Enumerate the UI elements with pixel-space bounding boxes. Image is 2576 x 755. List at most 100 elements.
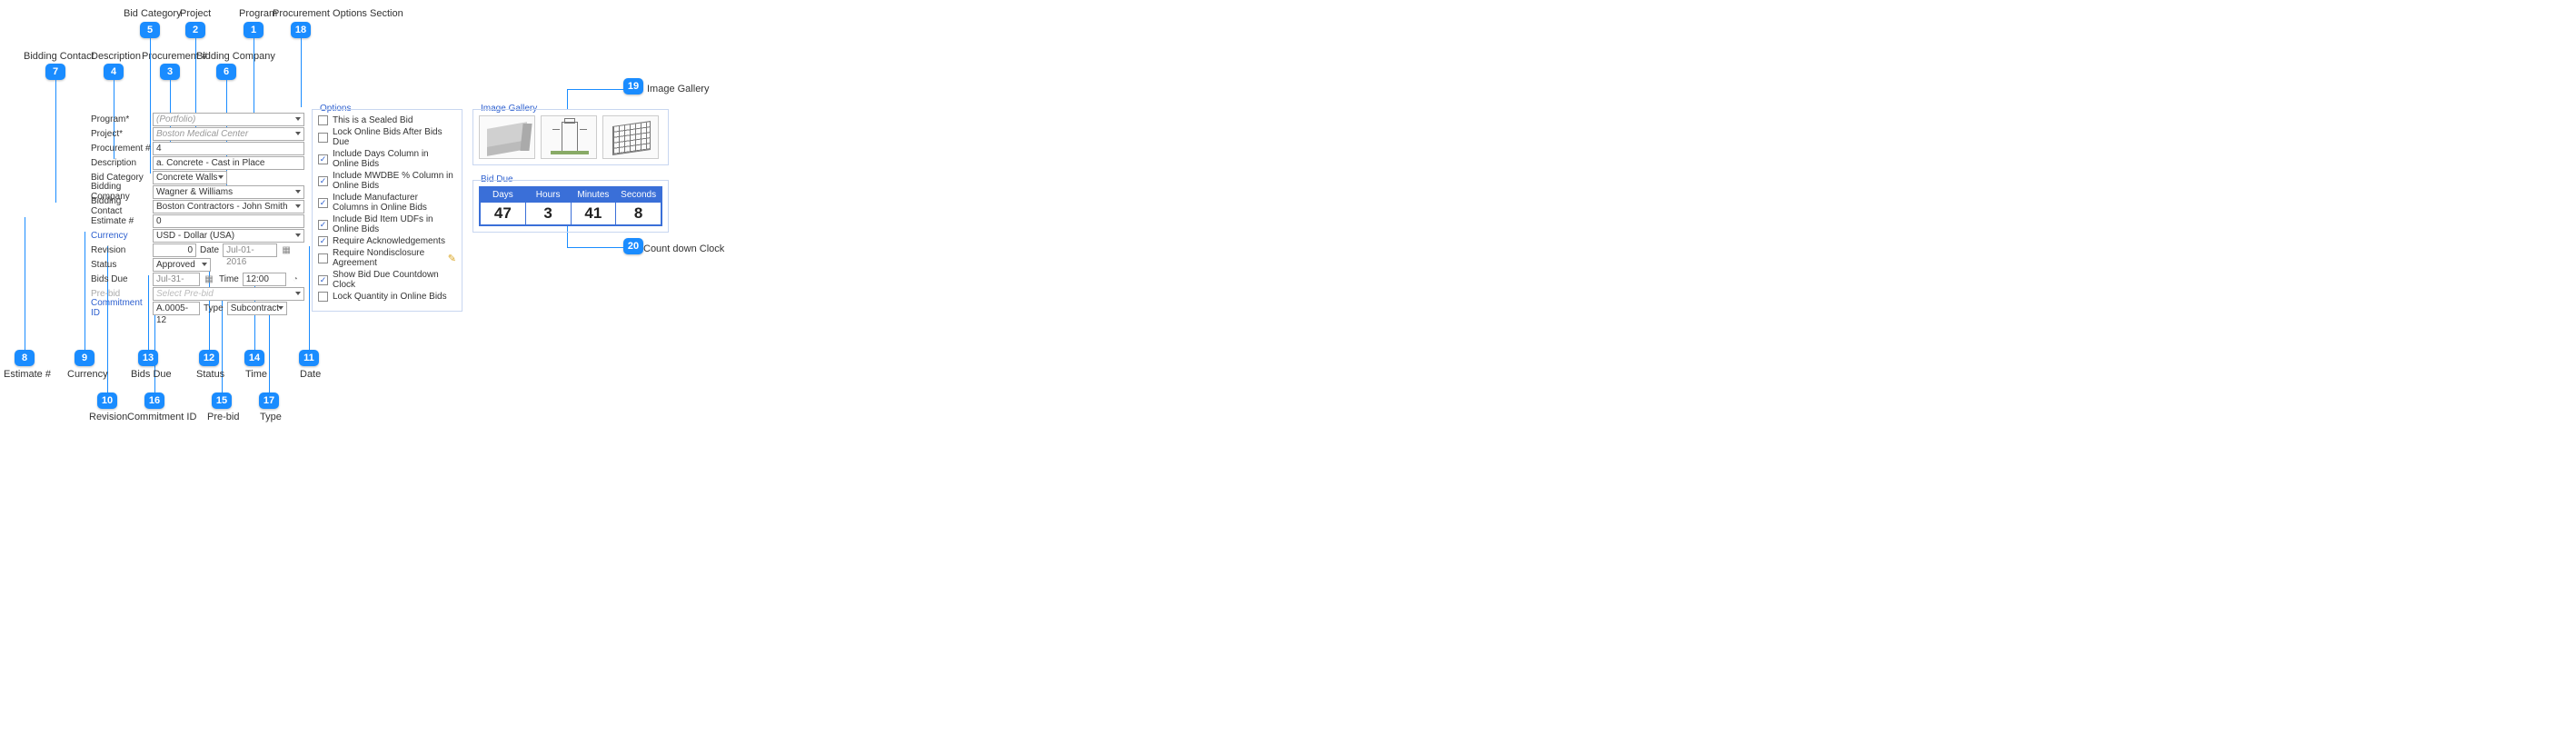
option-include-manufacturer: ✓ Include Manufacturer Columns in Online… [318,193,456,213]
header-label-description: Description [91,51,141,62]
row-procurement-num: Procurement # 4 [91,141,304,155]
checkbox[interactable]: ✓ [318,198,328,208]
badge-18: 18 [291,22,311,38]
header-label-procurement-options: Procurement Options Section [273,8,403,19]
status-select[interactable]: Approved [153,258,211,272]
gallery-thumb-2[interactable] [541,115,597,159]
badge-15: 15 [212,392,232,409]
option-lock-online-bids: Lock Online Bids After Bids Due [318,127,456,147]
bids-due-time-input[interactable]: 12:00 PM [243,273,286,286]
checkbox[interactable] [318,115,328,125]
option-require-ack: ✓ Require Acknowledgements [318,236,456,246]
bottom-label-time: Time [245,369,267,380]
option-label: Lock Quantity in Online Bids [333,292,447,302]
badge-1: 1 [244,22,264,38]
countdown-hours: Hours 3 [526,188,572,224]
connector-7 [55,80,56,203]
calendar-icon[interactable]: ▦ [280,243,293,256]
connector-19b [567,89,568,109]
badge-11: 11 [299,350,319,366]
bottom-label-revision: Revision [89,412,127,422]
image-gallery-fieldset [472,109,669,165]
bidding-contact-select[interactable]: Boston Contractors - John Smith [153,200,304,214]
checkbox[interactable]: ✓ [318,275,328,285]
option-lock-quantity: Lock Quantity in Online Bids [318,292,456,302]
pre-bid-select[interactable]: Select Pre-bid [153,287,304,301]
badge-5: 5 [140,22,160,38]
badge-6: 6 [216,64,236,80]
option-label: This is a Sealed Bid [333,115,413,125]
countdown-minutes: Minutes 41 [572,188,617,224]
commitment-id-input[interactable]: A.0005-12 [153,302,200,315]
procurement-form: Program* (Portfolio) Project* Boston Med… [91,112,304,315]
bids-due-date-input[interactable]: Jul-31-2016 [153,273,200,286]
badge-7: 7 [45,64,65,80]
badge-8: 8 [15,350,35,366]
calendar-icon[interactable]: ▦ [203,273,215,285]
label-pre-bid: Pre-bid [91,289,153,299]
option-include-mwdbe: ✓ Include MWDBE % Column in Online Bids [318,171,456,191]
bidding-company-select[interactable]: Wagner & Williams [153,185,304,199]
row-program: Program* (Portfolio) [91,112,304,126]
option-label: Include MWDBE % Column in Online Bids [333,171,456,191]
option-show-countdown: ✓ Show Bid Due Countdown Clock [318,270,456,290]
revision-input[interactable]: 0 [153,243,196,257]
badge-19: 19 [623,78,643,94]
gallery-thumb-3[interactable] [602,115,659,159]
countdown-header-seconds: Seconds [616,188,661,203]
checkbox[interactable]: ✓ [318,236,328,246]
gallery-thumb-1[interactable] [479,115,535,159]
row-project: Project* Boston Medical Center [91,126,304,141]
image-gallery-row [479,115,662,159]
countdown-header-days: Days [481,188,525,203]
row-estimate-num: Estimate # 0 [91,214,304,228]
label-program: Program* [91,114,153,124]
description-input[interactable]: a. Concrete - Cast in Place [153,156,304,170]
bottom-label-currency: Currency [67,369,108,380]
bid-category-select[interactable]: Concrete Walls [153,171,227,184]
connector-19a [567,89,623,90]
badge-14: 14 [244,350,264,366]
currency-select[interactable]: USD - Dollar (USA) [153,229,304,243]
label-commitment-id[interactable]: Commitment ID [91,298,153,318]
checkbox[interactable]: ✓ [318,176,328,186]
option-require-nda: Require Nondisclosure Agreement ✎ [318,248,456,268]
option-label: Include Bid Item UDFs in Online Bids [333,214,456,234]
bottom-label-pre-bid: Pre-bid [207,412,239,422]
label-date-inline: Date [200,245,219,255]
header-label-bidding-company: Bidding Company [196,51,275,62]
badge-2: 2 [185,22,205,38]
row-bids-due: Bids Due Jul-31-2016 ▦ Time 12:00 PM ◔ [91,272,304,286]
countdown-days: Days 47 [481,188,526,224]
revision-date-input[interactable]: Jul-01-2016 [223,243,277,257]
pencil-icon[interactable]: ✎ [448,253,456,264]
badge-9: 9 [75,350,94,366]
header-label-program: Program [239,8,277,19]
procurement-num-input[interactable]: 4 [153,142,304,155]
checkbox[interactable] [318,292,328,302]
checkbox[interactable] [318,133,328,143]
badge-17: 17 [259,392,279,409]
countdown-clock: Days 47 Hours 3 Minutes 41 Seconds 8 [479,186,662,226]
option-include-udfs: ✓ Include Bid Item UDFs in Online Bids [318,214,456,234]
option-label: Lock Online Bids After Bids Due [333,127,456,147]
estimate-num-input[interactable]: 0 [153,214,304,228]
option-label: Include Manufacturer Columns in Online B… [333,193,456,213]
checkbox[interactable]: ✓ [318,154,328,164]
label-revision: Revision [91,245,153,255]
commitment-type-select[interactable]: Subcontract [227,302,287,315]
countdown-value-hours: 3 [526,203,571,224]
option-label: Require Acknowledgements [333,236,445,246]
checkbox[interactable] [318,253,328,263]
connector-11 [309,246,310,353]
badge-13: 13 [138,350,158,366]
option-label: Show Bid Due Countdown Clock [333,270,456,290]
project-select[interactable]: Boston Medical Center [153,127,304,141]
bid-due-fieldset: Days 47 Hours 3 Minutes 41 Seconds 8 [472,180,669,233]
clock-icon[interactable]: ◔ [289,273,302,285]
label-currency[interactable]: Currency [91,231,153,241]
label-bids-due: Bids Due [91,274,153,284]
program-select[interactable]: (Portfolio) [153,113,304,126]
option-include-days: ✓ Include Days Column in Online Bids [318,149,456,169]
checkbox[interactable]: ✓ [318,220,328,230]
